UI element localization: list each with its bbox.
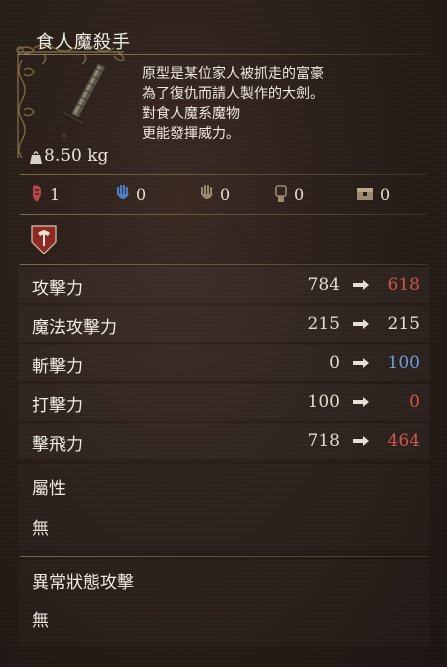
stat-label: 斬擊力: [32, 357, 83, 377]
stat-row-knockback: 擊飛力 718 464: [18, 423, 430, 459]
stat-label: 魔法攻擊力: [32, 318, 117, 338]
chest-icon: [357, 188, 373, 200]
stat-label: 擊飛力: [32, 435, 83, 455]
enhancement-slot: 1: [30, 184, 60, 204]
stat-base-value: 718: [307, 431, 340, 451]
stat-new-value: 100: [387, 353, 420, 373]
stat-label: 打擊力: [32, 396, 83, 416]
weight-icon: [30, 151, 42, 164]
description-line: 原型是某位家人被抓走的富豪: [142, 66, 324, 82]
divider: [20, 556, 428, 557]
enhancement-value: 0: [380, 184, 391, 204]
arrow-right-icon: [353, 319, 369, 329]
divider: [20, 214, 428, 215]
item-name: 食人魔殺手: [36, 32, 131, 53]
attribute-label: 屬性: [32, 479, 66, 499]
stat-row-magic-attack: 魔法攻擊力 215 215: [18, 306, 430, 342]
arrow-right-icon: [353, 358, 369, 368]
divider: [20, 264, 428, 265]
stat-row-attack: 攻擊力 784 618: [18, 267, 430, 303]
arrow-right-icon: [353, 280, 369, 290]
stat-new-value: 464: [387, 431, 420, 451]
item-detail-panel: 食人魔殺手 8.50 kg 原型是某位家人被抓走的富豪 為了復仇而請人製作的大劍…: [0, 0, 447, 667]
enhancement-row: 1 0 0 0 0: [30, 181, 410, 207]
arrow-right-icon: [353, 436, 369, 446]
enhancement-value: 0: [136, 184, 147, 204]
blue-hand-icon: [116, 184, 129, 199]
stat-base-value: 215: [307, 314, 340, 334]
stat-base-value: 100: [307, 392, 340, 412]
status-attack-value: 無: [32, 611, 49, 631]
stat-row-strike: 打擊力 100 0: [18, 384, 430, 420]
enhancement-slot: 0: [116, 184, 146, 204]
stat-new-value: 215: [387, 314, 420, 334]
enhancement-slot: 0: [200, 184, 230, 204]
stat-base-value: 784: [307, 275, 340, 295]
stat-new-value: 0: [409, 392, 420, 412]
description-line: 對食人魔系魔物: [142, 106, 240, 122]
enhancement-value: 0: [220, 184, 231, 204]
stat-base-value: 0: [329, 353, 340, 373]
gauntlet-icon: [275, 185, 287, 202]
enhancement-slot: 0: [274, 184, 304, 204]
enhancement-value: 0: [294, 184, 305, 204]
heraldic-shield-icon: [31, 225, 57, 254]
attribute-value: 無: [32, 519, 49, 539]
title-divider: [18, 54, 430, 55]
red-seal-icon: [32, 185, 42, 202]
item-weight: 8.50 kg: [44, 146, 109, 166]
divider: [20, 174, 428, 175]
stat-new-value: 618: [387, 275, 420, 295]
stat-label: 攻擊力: [32, 279, 83, 299]
hand-icon: [201, 185, 213, 199]
enhancement-slot: 0: [356, 185, 390, 204]
description-line: 更能發揮威力。: [142, 126, 240, 142]
arrow-right-icon: [353, 397, 369, 407]
description-line: 為了復仇而請人製作的大劍。: [142, 86, 324, 102]
greatsword-icon: [60, 62, 107, 139]
status-attack-label: 異常狀態攻擊: [32, 573, 134, 593]
attribute-section: [18, 464, 430, 550]
item-description: 原型是某位家人被抓走的富豪 為了復仇而請人製作的大劍。 對食人魔系魔物 更能發揮…: [142, 64, 422, 144]
enhancement-value: 1: [50, 184, 61, 204]
stat-row-slash: 斬擊力 0 100: [18, 345, 430, 381]
